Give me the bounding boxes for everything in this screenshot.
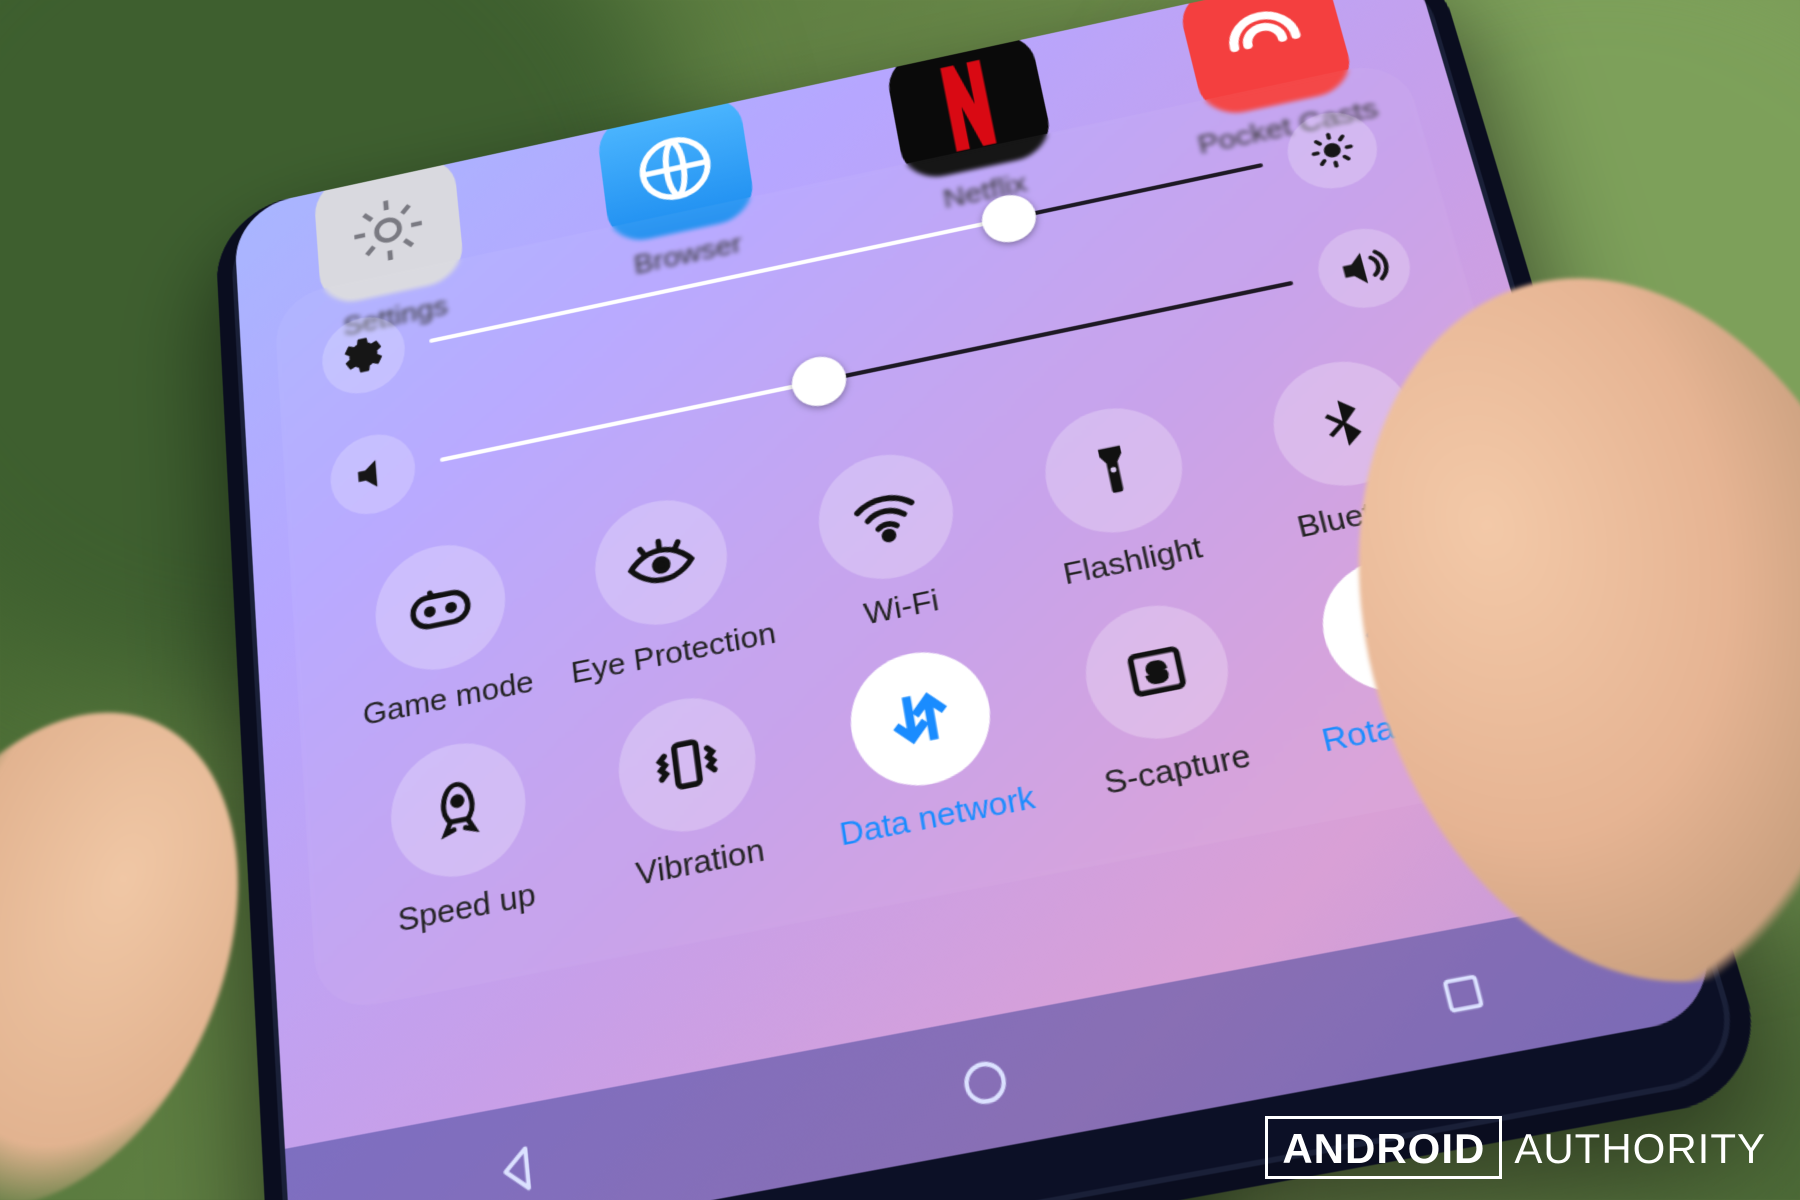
tile-speed-up[interactable]: Speed up (351, 725, 574, 946)
nav-recents[interactable] (1429, 962, 1497, 1026)
gamepad-icon (371, 534, 511, 682)
gear-icon[interactable] (320, 310, 408, 402)
tile-game-mode[interactable]: Game mode (337, 527, 552, 736)
tile-vibration[interactable]: Vibration (576, 679, 809, 901)
watermark-suffix: AUTHORITY (1514, 1125, 1766, 1172)
tile-label: Speed up (361, 870, 574, 946)
volume-mute-icon[interactable] (328, 427, 418, 522)
watermark: ANDROIDAUTHORITY (1265, 1128, 1766, 1170)
nav-back[interactable] (486, 1135, 548, 1200)
data-arrows-icon (841, 640, 1001, 797)
tile-data-network[interactable]: Data network (805, 633, 1049, 855)
tile-eye-protection[interactable]: Eye Protection (554, 481, 778, 690)
watermark-brand: ANDROID (1265, 1116, 1502, 1179)
volume-high-icon[interactable] (1309, 221, 1419, 316)
tile-label: Data network (827, 778, 1049, 856)
tile-wifi[interactable]: Wi-Fi (775, 436, 1009, 645)
brightness-thumb[interactable] (977, 190, 1040, 247)
nav-home[interactable] (951, 1048, 1020, 1118)
tile-flashlight[interactable]: Flashlight (998, 389, 1242, 599)
tile-label: Eye Protection (569, 616, 778, 690)
tile-label: Vibration (592, 824, 809, 901)
svg-text:S: S (1144, 656, 1169, 689)
tile-label: Flashlight (1024, 523, 1242, 598)
flashlight-icon (1034, 397, 1194, 545)
tile-label: S-capture (1065, 731, 1291, 809)
tile-s-capture[interactable]: S S-capture (1037, 586, 1291, 809)
tile-label: Game mode (346, 662, 551, 736)
tile-label: Wi-Fi (795, 570, 1008, 645)
volume-thumb[interactable] (788, 352, 850, 411)
screenshot-icon: S (1074, 594, 1241, 751)
brightness-icon[interactable] (1279, 105, 1386, 197)
wifi-icon (810, 443, 963, 591)
rocket-icon (386, 732, 531, 889)
vibration-icon (612, 686, 764, 843)
eye-icon (589, 489, 735, 637)
